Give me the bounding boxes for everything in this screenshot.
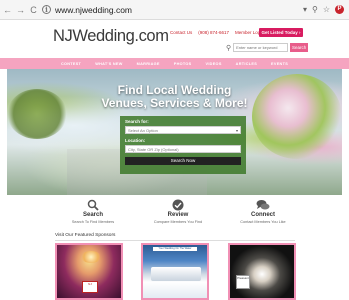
sponsor-tile[interactable]: Pleasant: [228, 243, 296, 300]
site-search-button[interactable]: Search: [290, 43, 309, 52]
sponsor-tile[interactable]: NJ: [55, 243, 123, 300]
sponsor-logo: NJ: [82, 281, 98, 293]
sponsors-heading: Visit Our Featured Sponsors: [55, 233, 116, 238]
zoom-icon[interactable]: ⚲: [312, 5, 318, 15]
forward-arrow-icon[interactable]: →: [16, 5, 25, 15]
site-header: NJWedding.com Contact Us (908) 874-6617 …: [0, 21, 349, 57]
hero-banner: Find Local Wedding Venues, Services & Mo…: [7, 69, 342, 195]
address-url[interactable]: www.njwedding.com: [55, 5, 132, 15]
search-icon: ⚲: [226, 44, 232, 52]
phone-link[interactable]: (908) 874-6617: [198, 30, 229, 35]
feature-subtitle: Contact Members You Like: [240, 220, 286, 224]
feature-connect[interactable]: Connect Contact Members You Like: [213, 198, 313, 224]
search-for-value: Select An Option: [128, 128, 158, 133]
location-label: Location:: [125, 138, 146, 143]
browser-nav: ← → C: [0, 5, 38, 15]
nav-item-videos[interactable]: VIDEOS: [206, 62, 222, 66]
filter-icon[interactable]: ▾: [303, 5, 307, 15]
get-listed-button[interactable]: Get Listed Today ›: [259, 28, 303, 37]
search-for-label: Search for:: [125, 119, 149, 124]
hero-headline-line1: Find Local Wedding: [117, 83, 232, 97]
sponsor-caption: Your Wedding On The Water: [153, 247, 197, 251]
info-icon[interactable]: i: [42, 5, 51, 14]
site-logo[interactable]: NJWedding.com: [53, 27, 169, 46]
top-links: Contact Us (908) 874-6617 Member Login: [170, 30, 264, 35]
nav-item-marriage[interactable]: MARRIAGE: [137, 62, 160, 66]
chevron-down-icon: ▾: [235, 128, 238, 133]
nav-item-photos[interactable]: PHOTOS: [174, 62, 192, 66]
contact-us-link[interactable]: Contact Us: [170, 30, 192, 35]
sponsor-tile[interactable]: Your Wedding On The Water: [141, 243, 209, 300]
main-nav: CONTEST WHAT'S NEW MARRIAGE PHOTOS VIDEO…: [0, 58, 349, 69]
search-now-button[interactable]: Search Now: [125, 157, 241, 165]
browser-toolbar: ← → C i www.njwedding.com ▾ ⚲ ☆ P: [0, 0, 349, 20]
logo-tld: .com: [134, 27, 169, 45]
vendor-search-form: Search for: Select An Option ▾ Location:…: [120, 116, 246, 174]
browser-tools: ▾ ⚲ ☆ P: [303, 5, 349, 15]
yacht-image: [151, 267, 201, 281]
nav-item-events[interactable]: EVENTS: [271, 62, 288, 66]
star-icon[interactable]: ☆: [323, 5, 330, 15]
nav-item-articles[interactable]: ARTICLES: [236, 62, 257, 66]
back-arrow-icon[interactable]: ←: [3, 5, 12, 15]
pinterest-icon[interactable]: P: [335, 5, 344, 14]
search-for-select[interactable]: Select An Option ▾: [125, 126, 241, 134]
reload-icon[interactable]: C: [29, 5, 38, 15]
sponsors-divider: [55, 240, 295, 241]
logo-main: NJWedding: [53, 27, 135, 45]
hero-headline-line2: Venues, Services & More!: [101, 96, 248, 110]
sponsor-card: Pleasant: [236, 275, 250, 289]
chat-bubbles-icon: [213, 198, 313, 211]
features-row: Search Search To Find Members Review Com…: [0, 198, 349, 232]
feature-title: Connect: [251, 212, 275, 218]
chandelier-image: [81, 251, 101, 263]
location-input[interactable]: City, State OR Zip (Optional): [125, 145, 241, 153]
address-bar[interactable]: i www.njwedding.com: [42, 3, 303, 17]
nav-item-contest[interactable]: CONTEST: [61, 62, 81, 66]
site-search-input[interactable]: [233, 43, 289, 52]
site-search: ⚲ Search: [226, 43, 309, 52]
nav-item-whats-new[interactable]: WHAT'S NEW: [95, 62, 122, 66]
